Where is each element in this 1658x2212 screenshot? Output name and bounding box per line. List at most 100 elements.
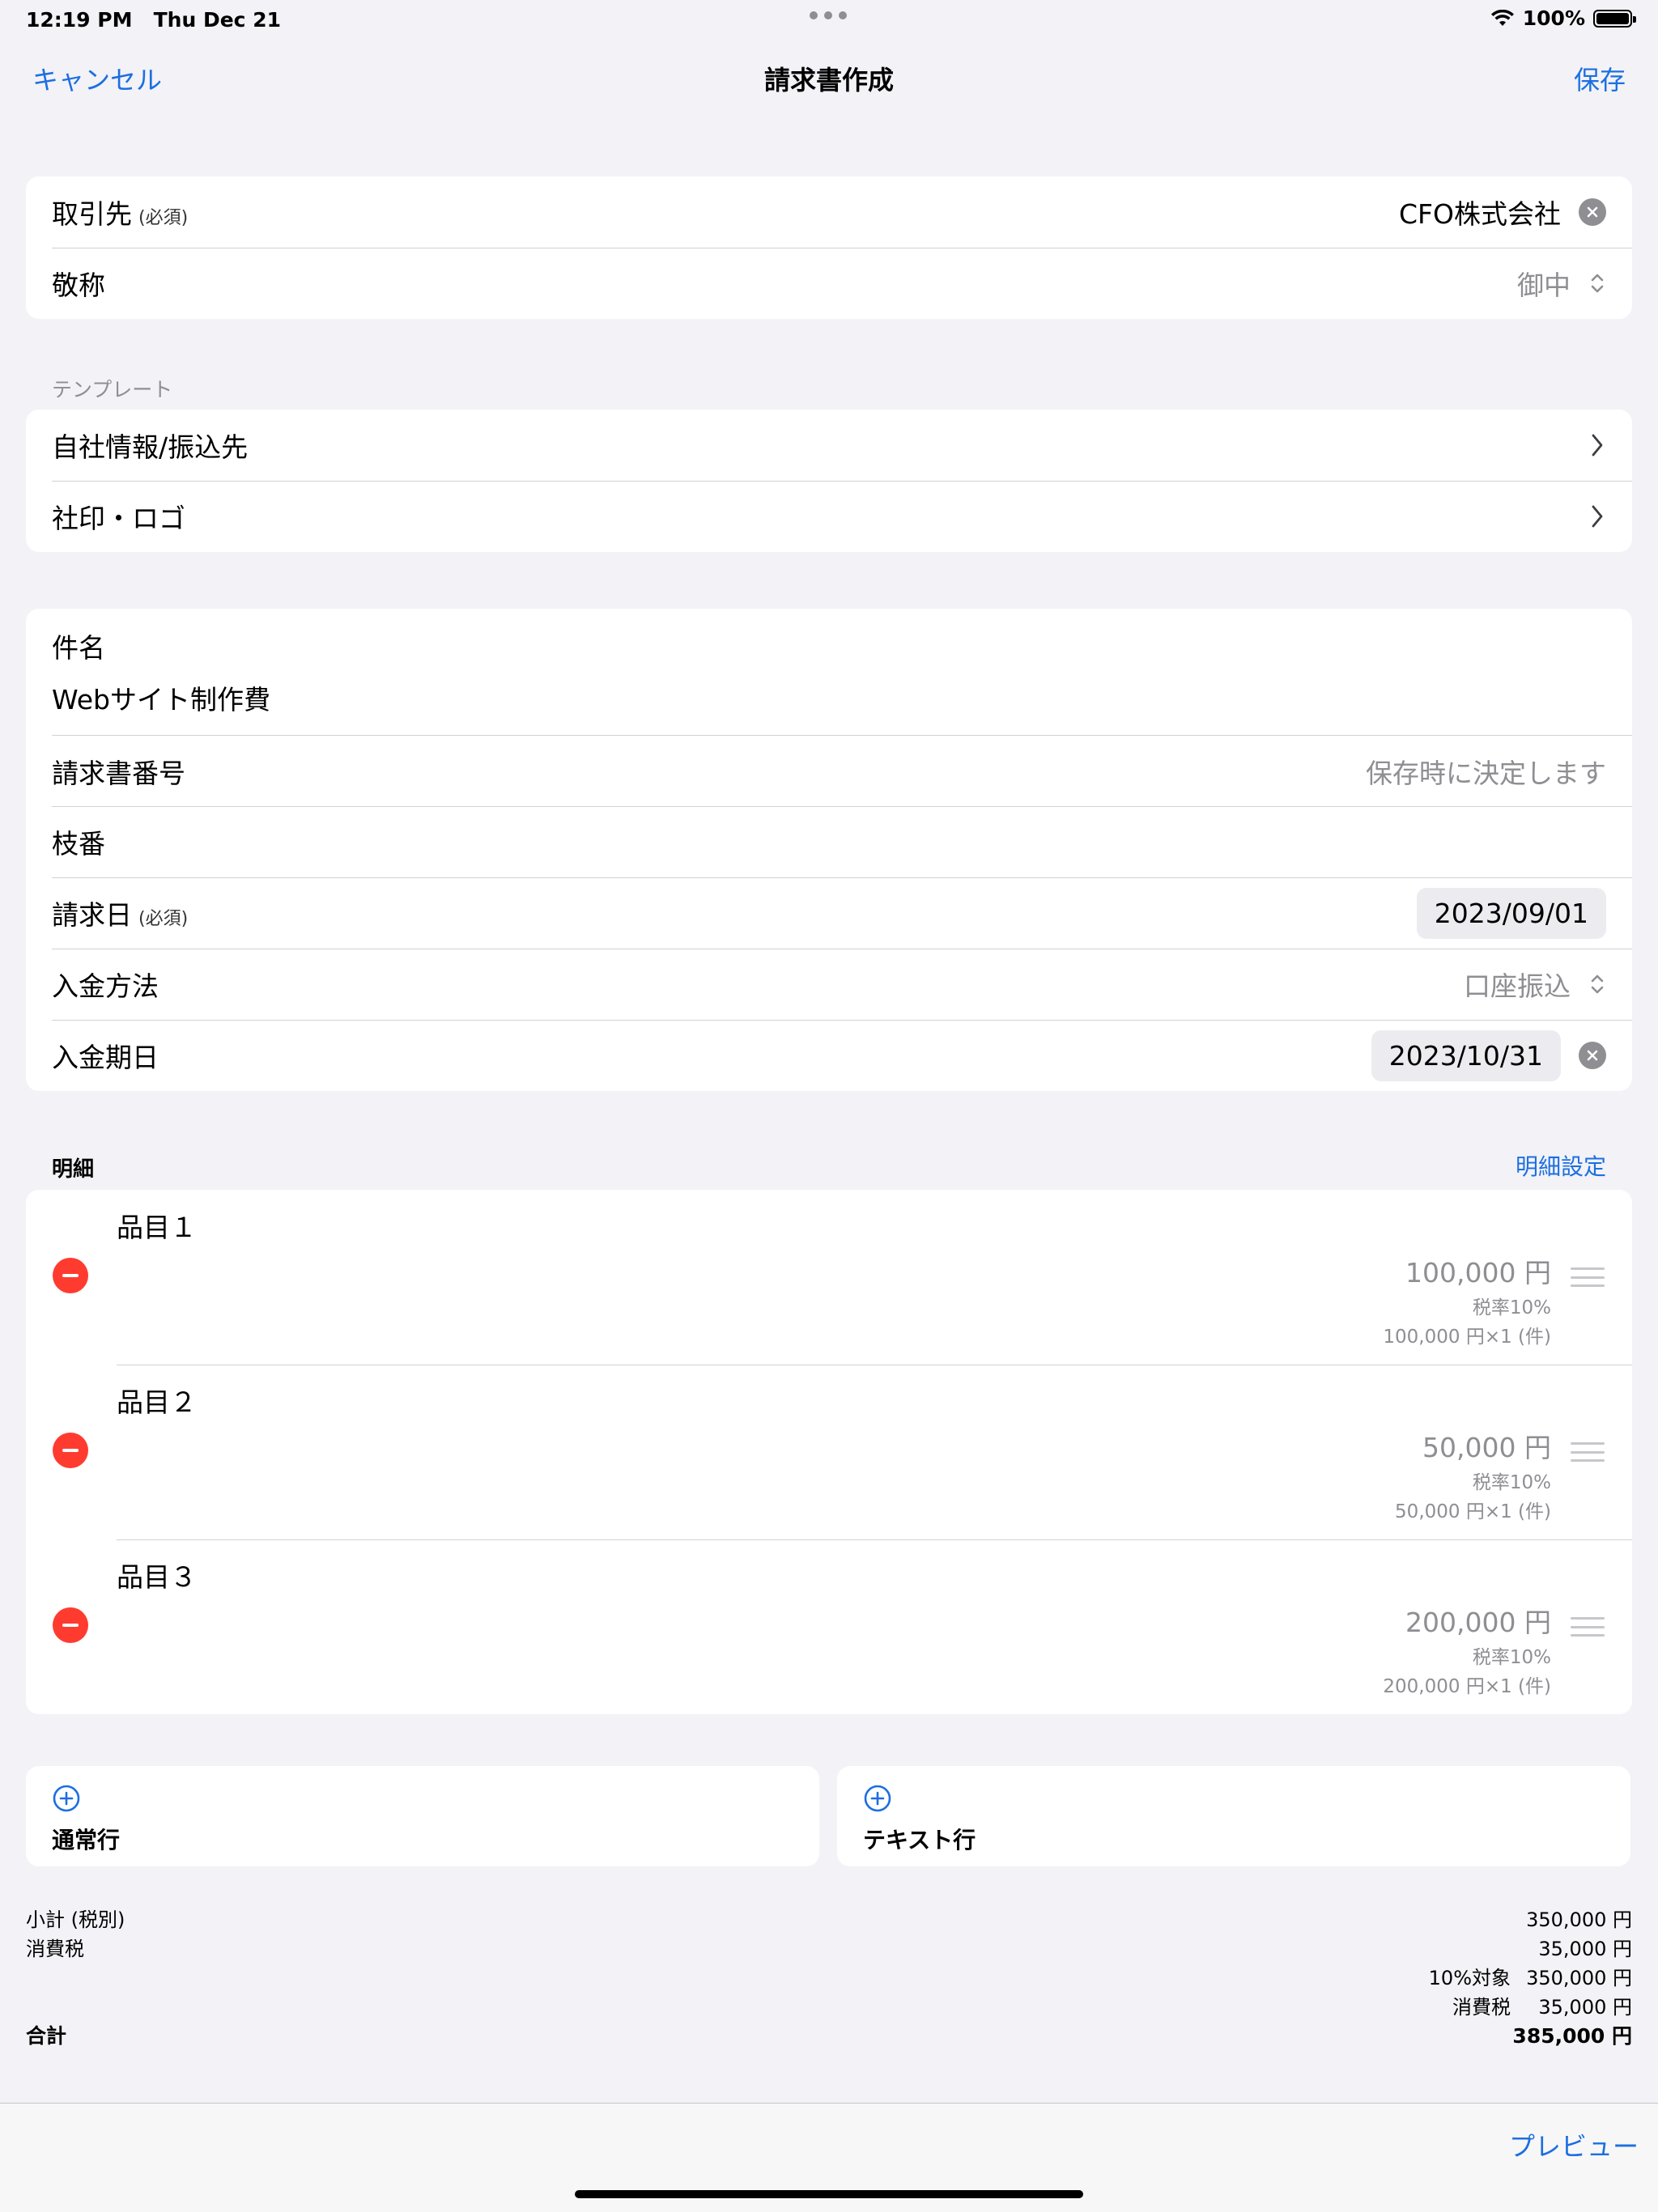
payment-method-value: 口座振込 — [1464, 970, 1571, 1002]
subtotal-value: 350,000 円 — [1526, 1908, 1632, 1931]
payment-method-label: 入金方法 — [52, 970, 159, 1002]
line-item-name: 品目３ — [117, 1561, 197, 1593]
invoice-date-picker[interactable]: 2023/09/01 — [1416, 887, 1606, 939]
honorific-label: 敬称 — [52, 270, 105, 301]
clear-due-date-icon[interactable] — [1579, 1042, 1606, 1069]
line-item[interactable]: 品目２ 50,000 円 税率10% 50,000 円×1 (件) — [26, 1365, 1632, 1539]
tax-value: 35,000 円 — [1538, 1938, 1632, 1960]
company-info-row[interactable]: 自社情報/振込先 — [26, 410, 1632, 481]
status-time: 12:19 PM Thu Dec 21 — [26, 8, 281, 32]
tax10-tax-row: 消費税 35,000 円 — [26, 1991, 1632, 2020]
navigation-bar: 請求書作成 キャンセル 保存 — [0, 49, 1658, 110]
client-value-group: CFO株式会社 — [1399, 193, 1606, 231]
tax10-tax-label: 消費税 — [1452, 1996, 1511, 2019]
delete-line-item-button[interactable] — [53, 1433, 88, 1468]
line-item-price: 100,000 円 — [1405, 1257, 1551, 1289]
add-text-row-button[interactable]: テキスト行 — [837, 1766, 1630, 1866]
honorific-value: 御中 — [1517, 270, 1571, 301]
honorific-row[interactable]: 敬称 御中 — [26, 248, 1632, 319]
home-indicator[interactable] — [575, 2190, 1083, 2198]
client-label: 取引先 (必須) — [52, 198, 189, 230]
invoice-date-row[interactable]: 請求日 (必須) 2023/09/01 — [26, 877, 1632, 949]
line-item-price: 200,000 円 — [1405, 1607, 1551, 1638]
preview-button[interactable]: プレビュー — [1509, 2126, 1639, 2163]
company-info-label: 自社情報/振込先 — [52, 431, 249, 463]
line-item-tax-rate: 税率10% — [1472, 1472, 1551, 1493]
invoice-number-row[interactable]: 請求書番号 保存時に決定します — [52, 735, 1632, 806]
status-date-text: Thu Dec 21 — [153, 8, 281, 32]
seal-logo-row[interactable]: 社印・ロゴ — [26, 481, 1632, 552]
client-row[interactable]: 取引先 (必須) CFO株式会社 — [26, 176, 1632, 248]
total-label: 合計 — [26, 2024, 67, 2048]
wifi-icon — [1490, 9, 1514, 26]
line-item-settings-button[interactable]: 明細設定 — [1516, 1149, 1606, 1182]
multitasking-dots-icon[interactable] — [810, 11, 847, 19]
clear-client-icon[interactable] — [1579, 198, 1606, 226]
status-time-text: 12:19 PM — [26, 8, 133, 32]
status-bar: 12:19 PM Thu Dec 21 100% — [0, 0, 1658, 39]
line-item[interactable]: 品目３ 200,000 円 税率10% 200,000 円×1 (件) — [26, 1539, 1632, 1714]
plus-circle-icon — [53, 1785, 80, 1812]
line-item-quantity: 200,000 円×1 (件) — [1383, 1676, 1551, 1697]
line-item[interactable]: 品目１ 100,000 円 税率10% 100,000 円×1 (件) — [26, 1190, 1632, 1365]
battery-percent: 100% — [1522, 6, 1585, 30]
template-card: 自社情報/振込先 社印・ロゴ — [26, 410, 1632, 552]
line-item-price: 50,000 円 — [1422, 1432, 1551, 1463]
chevron-right-icon — [1592, 505, 1603, 528]
subject-label: 件名 — [52, 632, 105, 664]
chevron-up-down-icon — [1591, 974, 1604, 994]
invoice-details-card: 件名 Webサイト制作費 請求書番号 保存時に決定します 枝番 請求日 (必須) … — [26, 609, 1632, 1091]
cancel-button[interactable]: キャンセル — [32, 60, 162, 97]
reorder-handle-icon[interactable] — [1571, 1442, 1605, 1462]
invoice-number-label: 請求書番号 — [52, 757, 185, 789]
invoice-number-value: 保存時に決定します — [1366, 757, 1606, 789]
line-items-header: 明細 — [52, 1157, 95, 1182]
due-date-label: 入金期日 — [52, 1042, 159, 1073]
tax-label: 消費税 — [26, 1938, 84, 1960]
reorder-handle-icon[interactable] — [1571, 1267, 1605, 1287]
page-title: 請求書作成 — [763, 65, 894, 96]
status-right: 100% — [1490, 6, 1636, 30]
line-item-tax-rate: 税率10% — [1472, 1297, 1551, 1318]
seal-logo-label: 社印・ロゴ — [52, 503, 185, 534]
line-item-name: 品目１ — [117, 1212, 197, 1243]
line-item-name: 品目２ — [117, 1386, 197, 1418]
tax10-base-label: 10%対象 — [1428, 1967, 1511, 1989]
subject-input[interactable]: Webサイト制作費 — [52, 678, 270, 717]
line-items-card: 品目１ 100,000 円 税率10% 100,000 円×1 (件) 品目２ … — [26, 1190, 1632, 1714]
tax10-base-value: 350,000 円 — [1526, 1967, 1632, 1989]
plus-circle-icon — [864, 1785, 891, 1812]
reorder-handle-icon[interactable] — [1571, 1617, 1605, 1637]
delete-line-item-button[interactable] — [53, 1258, 88, 1293]
honorific-picker[interactable]: 御中 — [1517, 264, 1606, 303]
payment-method-picker[interactable]: 口座振込 — [1464, 965, 1606, 1004]
total-value: 385,000 円 — [1512, 2024, 1632, 2048]
due-date-row[interactable]: 入金期日 2023/10/31 — [26, 1020, 1632, 1091]
invoice-date-required-note: (必須) — [138, 909, 189, 929]
subtotal-label: 小計 (税別) — [26, 1908, 125, 1931]
subject-field[interactable]: 件名 Webサイト制作費 — [26, 609, 1632, 735]
add-normal-row-button[interactable]: 通常行 — [26, 1766, 819, 1866]
subtotal-row: 小計 (税別) 350,000 円 — [26, 1904, 1632, 1933]
line-item-quantity: 100,000 円×1 (件) — [1383, 1327, 1551, 1348]
tax-row: 消費税 35,000 円 — [26, 1933, 1632, 1962]
due-date-picker[interactable]: 2023/10/31 — [1371, 1030, 1561, 1081]
invoice-date-label: 請求日 (必須) — [52, 899, 189, 931]
invoice-date-value-group: 2023/09/01 — [1416, 887, 1606, 939]
delete-line-item-button[interactable] — [53, 1607, 88, 1643]
branch-number-label: 枝番 — [52, 828, 105, 860]
branch-number-row[interactable]: 枝番 — [26, 806, 1632, 877]
add-normal-row-label: 通常行 — [52, 1827, 121, 1853]
save-button[interactable]: 保存 — [1574, 60, 1626, 97]
due-date-value-group: 2023/10/31 — [1371, 1030, 1606, 1081]
totals-summary: 小計 (税別) 350,000 円 消費税 35,000 円 10%対象 350… — [26, 1904, 1632, 2049]
add-text-row-label: テキスト行 — [863, 1827, 976, 1853]
tax10-base-row: 10%対象 350,000 円 — [26, 1962, 1632, 1991]
template-section-label: テンプレート — [52, 378, 173, 401]
total-row: 合計 385,000 円 — [26, 2020, 1632, 2049]
chevron-up-down-icon — [1591, 274, 1604, 293]
chevron-right-icon — [1592, 434, 1603, 456]
client-value: CFO株式会社 — [1399, 198, 1561, 230]
payment-method-row[interactable]: 入金方法 口座振込 — [26, 949, 1632, 1020]
line-item-quantity: 50,000 円×1 (件) — [1395, 1501, 1551, 1522]
